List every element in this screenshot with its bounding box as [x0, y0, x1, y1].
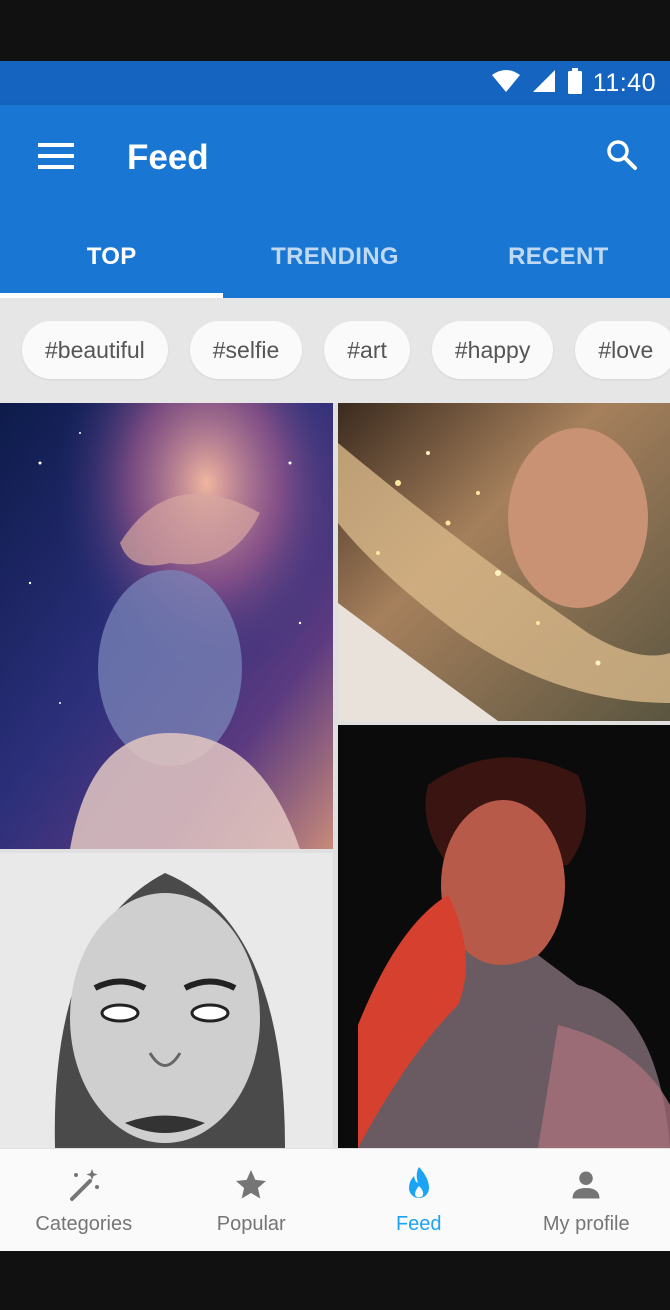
nav-item-feed[interactable]: Feed — [335, 1149, 503, 1251]
hashtag-chip-beautiful[interactable]: #beautiful — [22, 321, 168, 379]
nav-item-categories[interactable]: Categories — [0, 1149, 168, 1251]
search-icon — [606, 139, 638, 176]
search-button[interactable] — [600, 135, 644, 179]
hashtag-chip-happy[interactable]: #happy — [431, 321, 554, 379]
hashtag-chip-selfie[interactable]: #selfie — [189, 321, 303, 379]
feed-photo-red-portrait[interactable] — [338, 725, 670, 1148]
nav-item-my-profile[interactable]: My profile — [503, 1149, 670, 1251]
hashtag-chip-art[interactable]: #art — [324, 321, 410, 379]
star-icon — [231, 1165, 271, 1205]
tab-top[interactable]: TOP — [0, 215, 224, 298]
tab-trending[interactable]: TRENDING — [223, 215, 446, 298]
person-icon — [566, 1165, 606, 1205]
hashtag-chip-love[interactable]: #love — [575, 321, 670, 379]
feed-grid — [0, 403, 670, 1148]
feed-photo-sparkle-portrait[interactable] — [338, 403, 670, 721]
nav-label-feed: Feed — [395, 1212, 442, 1235]
nav-item-popular[interactable]: Popular — [168, 1149, 336, 1251]
clock: 11:40 — [592, 68, 656, 97]
menu-button[interactable] — [30, 135, 82, 181]
bottom-navigation: Categories Popular Feed My profile — [0, 1148, 670, 1251]
hamburger-menu-icon — [38, 142, 74, 174]
battery-icon — [567, 67, 583, 99]
page-title: Feed — [127, 138, 209, 177]
system-top-bezel — [0, 0, 670, 61]
nav-label-categories: Categories — [35, 1212, 133, 1235]
nav-label-popular: Popular — [216, 1212, 286, 1235]
nav-label-my-profile: My profile — [542, 1212, 630, 1235]
feed-tabs: TOP TRENDING RECENT — [0, 215, 670, 298]
hashtag-bar: #beautiful #selfie #art #happy #love — [0, 298, 670, 403]
signal-icon — [531, 69, 557, 98]
wifi-icon — [491, 69, 521, 98]
status-bar: 11:40 — [0, 61, 670, 105]
tab-recent[interactable]: RECENT — [447, 215, 670, 298]
system-bottom-bezel — [0, 1251, 670, 1310]
magic-wand-icon — [64, 1165, 104, 1205]
feed-photo-sketch-portrait[interactable] — [0, 853, 333, 1148]
app-bar: Feed TOP TRENDING RECENT — [0, 105, 670, 298]
feed-photo-galaxy-portrait[interactable] — [0, 403, 333, 849]
flame-icon — [399, 1165, 439, 1205]
